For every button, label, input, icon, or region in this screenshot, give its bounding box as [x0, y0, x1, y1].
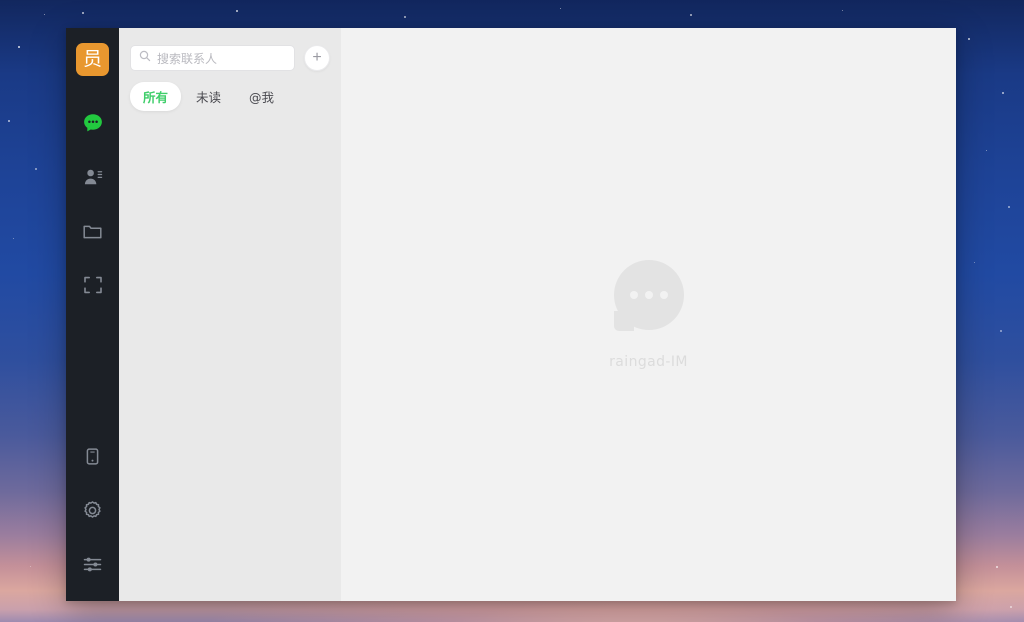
avatar[interactable]: 员: [76, 43, 109, 76]
dot: [644, 290, 653, 299]
star: [44, 14, 45, 15]
conversation-list[interactable]: [119, 111, 341, 601]
chat-bubble-icon: [613, 259, 684, 331]
tab-mentions[interactable]: @我: [236, 82, 287, 111]
bubble-dots: [614, 260, 684, 330]
star: [30, 566, 31, 567]
sidebar-item-mobile[interactable]: [66, 429, 119, 483]
tab-all[interactable]: 所有: [130, 82, 182, 111]
search-row: 搜索联系人 +: [119, 28, 341, 71]
star: [996, 566, 998, 568]
conversation-list-panel: 搜索联系人 + 所有 未读 @我: [119, 28, 341, 601]
star: [690, 14, 692, 16]
sidebar-item-settings[interactable]: [66, 483, 119, 537]
sidebar-item-scan[interactable]: [66, 258, 119, 312]
dot: [659, 290, 668, 299]
mobile-device-icon: [83, 447, 102, 466]
search-placeholder: 搜索联系人: [157, 51, 218, 66]
star: [986, 150, 987, 151]
sidebar-item-preferences[interactable]: [66, 537, 119, 591]
scan-frame-icon: [83, 275, 103, 295]
star: [1008, 206, 1010, 208]
dot: [629, 290, 638, 299]
star: [82, 12, 84, 14]
gear-icon: [82, 500, 103, 521]
star: [1000, 330, 1002, 332]
star: [974, 262, 975, 263]
sidebar-item-chats[interactable]: [66, 96, 119, 150]
folder-icon: [82, 221, 103, 242]
star: [236, 10, 238, 12]
main-panel: raingad-IM: [341, 28, 956, 601]
star: [8, 120, 10, 122]
sidebar-rail: 员: [66, 28, 119, 601]
star: [1010, 606, 1012, 608]
star: [968, 38, 970, 40]
star: [842, 10, 843, 11]
star: [13, 238, 14, 239]
star: [560, 8, 561, 9]
star: [18, 46, 20, 48]
chat-bubble-icon: [82, 112, 104, 134]
plus-icon: +: [312, 49, 322, 66]
search-icon: [139, 49, 151, 67]
app-window: 员 搜索联系人 + 所有 未读 @我 raingad-IM: [66, 28, 956, 601]
add-contact-button[interactable]: +: [304, 45, 330, 71]
star: [404, 16, 406, 18]
sidebar-item-files[interactable]: [66, 204, 119, 258]
sliders-icon: [82, 554, 103, 575]
star: [1002, 92, 1004, 94]
filter-tabs: 所有 未读 @我: [119, 71, 341, 111]
sidebar-item-contacts[interactable]: [66, 150, 119, 204]
contacts-icon: [83, 167, 103, 187]
empty-state-label: raingad-IM: [609, 353, 688, 370]
search-input[interactable]: 搜索联系人: [130, 45, 295, 71]
tab-unread[interactable]: 未读: [183, 82, 234, 111]
rail-bottom-group: [66, 429, 119, 601]
star: [35, 168, 37, 170]
